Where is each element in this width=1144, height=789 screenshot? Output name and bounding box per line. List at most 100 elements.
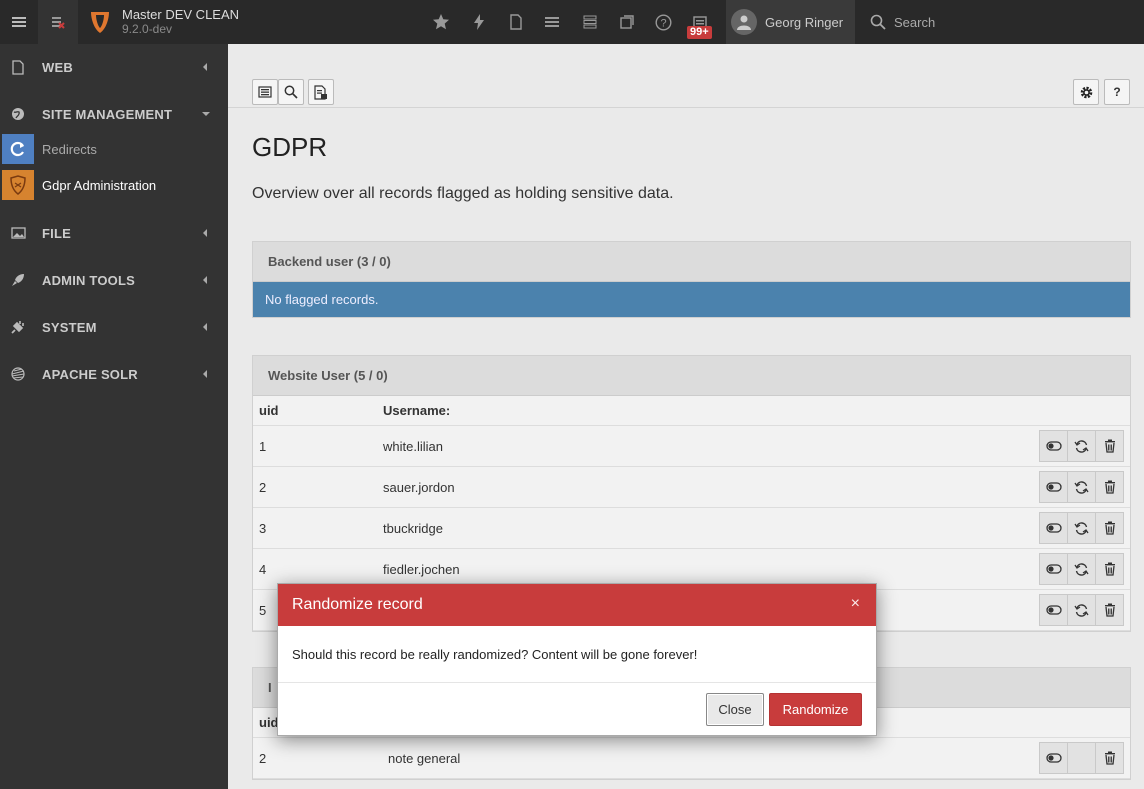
randomize-button[interactable] — [1067, 553, 1096, 585]
close-icon[interactable]: × — [851, 596, 860, 612]
delete-button[interactable] — [1095, 742, 1124, 774]
sidebar-item-label: Gdpr Administration — [42, 177, 157, 193]
sidebar-group-system[interactable]: SYSTEM — [0, 304, 228, 350]
sidebar-group-apache-solr[interactable]: APACHE SOLR — [0, 351, 228, 397]
toggle-button[interactable] — [1039, 553, 1068, 585]
site-info[interactable]: Master DEV CLEAN 9.2.0-dev — [122, 7, 239, 37]
trash-icon — [1104, 562, 1115, 576]
user-icon — [737, 15, 751, 30]
avatar — [731, 9, 757, 35]
cell-username: fiedler.jochen — [383, 561, 460, 577]
close-button[interactable]: Close — [706, 693, 764, 726]
search-button[interactable] — [278, 79, 304, 105]
page-title: GDPR — [252, 132, 328, 162]
panel-backend-user: Backend user (3 / 0) No flagged records. — [252, 241, 1131, 318]
toggle-button[interactable] — [1039, 742, 1068, 774]
empty-action — [1067, 742, 1096, 774]
cell-uid: 3 — [259, 520, 267, 536]
caret-left-icon — [203, 370, 207, 378]
cell-username: sauer.jordon — [383, 479, 455, 495]
server-icon[interactable] — [580, 12, 600, 32]
randomize-button[interactable] — [1067, 430, 1096, 462]
cell-uid: 4 — [259, 561, 267, 577]
settings-button[interactable] — [1073, 79, 1099, 105]
search-toggle[interactable]: Search — [870, 0, 935, 44]
page-icon — [10, 59, 26, 75]
randomize-button[interactable]: Randomize — [769, 693, 862, 726]
caret-left-icon — [203, 229, 207, 237]
randomize-modal: Randomize record × Should this record be… — [277, 583, 877, 736]
cell-title: note general — [388, 750, 461, 766]
delete-button[interactable] — [1095, 594, 1124, 626]
help-icon: ? — [1113, 85, 1121, 99]
toggle-icon — [1045, 753, 1062, 763]
sidebar-group-label: SITE MANAGEMENT — [42, 106, 173, 122]
cell-username: white.lilian — [383, 438, 443, 454]
toggle-button[interactable] — [1039, 430, 1068, 462]
toggle-button[interactable] — [1039, 512, 1068, 544]
help-icon[interactable]: ? — [653, 12, 673, 32]
refresh-icon — [1074, 439, 1089, 453]
sidebar-item-redirects[interactable]: Redirects — [0, 132, 228, 166]
bookmark-icon[interactable] — [431, 12, 451, 32]
toggle-icon — [1045, 523, 1062, 533]
plug-icon — [10, 319, 26, 335]
delete-button[interactable] — [1095, 471, 1124, 503]
sidebar-item-label: Redirects — [42, 141, 97, 157]
randomize-button[interactable] — [1067, 471, 1096, 503]
row-actions — [1039, 512, 1124, 544]
cell-username: tbuckridge — [383, 520, 443, 536]
randomize-button[interactable] — [1067, 594, 1096, 626]
solr-icon — [10, 366, 26, 382]
column-header-username: Username: — [383, 403, 451, 418]
column-header-uid: uid — [259, 403, 279, 418]
toggle-button[interactable] — [1039, 471, 1068, 503]
gear-icon — [1080, 86, 1092, 98]
image-icon — [10, 225, 26, 241]
list-view-button[interactable] — [252, 79, 278, 105]
menu-toggle-button[interactable] — [0, 0, 38, 44]
list-icon[interactable] — [542, 12, 562, 32]
list-icon — [258, 86, 272, 98]
user-name: Georg Ringer — [765, 14, 844, 30]
trash-icon — [1104, 439, 1115, 453]
rocket-icon — [10, 272, 26, 288]
sidebar-group-web[interactable]: WEB — [0, 44, 228, 90]
sidebar-group-admin-tools[interactable]: ADMIN TOOLS — [0, 257, 228, 303]
cell-uid: 2 — [259, 750, 267, 766]
sidebar-group-label: SYSTEM — [42, 319, 97, 335]
user-menu[interactable]: Georg Ringer — [726, 0, 855, 44]
export-button[interactable] — [308, 79, 334, 105]
delete-button[interactable] — [1095, 430, 1124, 462]
window-icon[interactable] — [617, 12, 637, 32]
delete-button[interactable] — [1095, 512, 1124, 544]
sidebar-item-gdpr-administration[interactable]: Gdpr Administration — [0, 168, 228, 202]
toggle-icon — [1045, 605, 1062, 615]
hamburger-icon — [12, 17, 26, 27]
panel-title: Backend user (3 / 0) — [253, 242, 1130, 282]
delete-button[interactable] — [1095, 553, 1124, 585]
table-row: 2 sauer.jordon — [253, 467, 1130, 508]
help-button[interactable]: ? — [1104, 79, 1130, 105]
sidebar-group-label: FILE — [42, 225, 71, 241]
sidebar-group-site-management[interactable]: SITE MANAGEMENT — [0, 91, 228, 137]
typo3-logo-icon[interactable] — [88, 9, 112, 35]
row-actions — [1039, 553, 1124, 585]
row-actions — [1039, 742, 1124, 774]
sidebar-group-file[interactable]: FILE — [0, 210, 228, 256]
page-icon[interactable] — [506, 12, 526, 32]
module-menu-button[interactable] — [38, 0, 78, 44]
search-icon — [284, 85, 298, 99]
randomize-button[interactable] — [1067, 512, 1096, 544]
toggle-button[interactable] — [1039, 594, 1068, 626]
trash-icon — [1104, 521, 1115, 535]
refresh-icon — [1074, 521, 1089, 535]
table-row: 2 note general — [253, 738, 1130, 779]
modal-title: Randomize record — [292, 596, 423, 613]
globe-icon — [10, 106, 26, 122]
doc-header: ? — [228, 64, 1144, 108]
table-row: 3 tbuckridge — [253, 508, 1130, 549]
trash-icon — [1104, 603, 1115, 617]
document-lock-icon — [314, 84, 327, 100]
flash-icon[interactable] — [469, 12, 489, 32]
